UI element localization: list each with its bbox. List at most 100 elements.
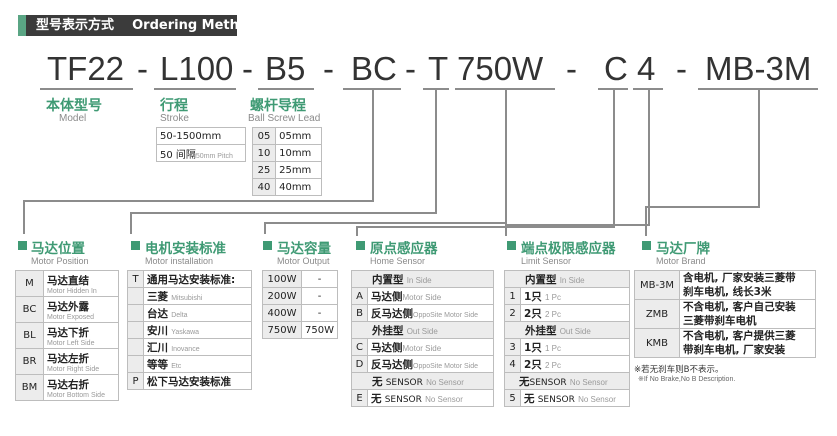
table-row: BR 马达左折 Motor Right Side bbox=[15, 348, 119, 375]
connector-line bbox=[356, 226, 358, 236]
table-row: ZMB 不含电机, 客户自己安装 三菱带刹车电机 bbox=[634, 299, 816, 329]
table-row: 4 2只 2 Pc bbox=[504, 355, 630, 373]
table-row: 安川 Yaskawa bbox=[127, 321, 252, 339]
table-row: 25 25mm bbox=[251, 161, 322, 179]
section-bullet bbox=[356, 241, 365, 250]
stroke-range: 50-1500mm bbox=[156, 127, 246, 145]
lead-table: 05 05mm 10 10mm 25 25mm 40 40mm bbox=[251, 127, 322, 196]
position-title-en: Motor Position bbox=[31, 256, 89, 266]
section-bullet bbox=[263, 241, 272, 250]
table-row: 内置型 In Side bbox=[351, 270, 494, 288]
connector-line bbox=[435, 90, 437, 214]
output-title-en: Motor Output bbox=[277, 256, 330, 266]
install-table: T 通用马达安装标准: 三菱 Mitsubishi 台达 Delta 安川 Yas… bbox=[127, 270, 252, 390]
table-row: 40 40mm bbox=[251, 178, 322, 196]
code-brand: MB-3M bbox=[705, 50, 812, 87]
connector-line bbox=[758, 90, 760, 208]
table-row: MB-3M 含电机, 厂家安装三菱带 刹车电机, 线长3米 bbox=[634, 270, 816, 300]
model-label-en: Model bbox=[59, 113, 87, 124]
stroke-pitch: 50 间隔50mm Pitch bbox=[156, 144, 246, 162]
table-row: 汇川 Inovance bbox=[127, 338, 252, 356]
install-title-en: Motor installation bbox=[145, 256, 214, 266]
table-row: M 马达直结 Motor Hidden In bbox=[15, 270, 119, 297]
code-output: 750W bbox=[457, 50, 544, 87]
code-dash: - bbox=[566, 50, 577, 87]
table-row: 无 SENSOR No Sensor bbox=[351, 372, 494, 390]
connector-line bbox=[23, 200, 374, 202]
connector-line bbox=[130, 212, 437, 214]
table-row: E无 SENSOR No Sensor bbox=[351, 389, 494, 407]
table-row: 1 1只 1 Pc bbox=[504, 287, 630, 305]
table-row: 等等 Etc bbox=[127, 355, 252, 373]
stroke-label-en: Stroke bbox=[160, 113, 189, 124]
stroke-table: 50-1500mm 50 间隔50mm Pitch bbox=[156, 127, 246, 162]
table-row: 台达 Delta bbox=[127, 304, 252, 322]
brand-note: ※若无刹车则B不表示。 bbox=[634, 365, 724, 375]
table-row: 100W - bbox=[262, 270, 338, 288]
connector-line bbox=[130, 212, 132, 234]
table-row: 5无 SENSOR No Sensor bbox=[504, 389, 630, 407]
code-dash: - bbox=[242, 50, 253, 87]
code-dash: - bbox=[676, 50, 687, 87]
brand-title: 马达厂牌 bbox=[656, 241, 710, 257]
table-row: 200W - bbox=[262, 287, 338, 305]
position-title: 马达位置 bbox=[31, 241, 85, 257]
table-row: B 反马达侧OppoSite Motor Side bbox=[351, 304, 494, 322]
table-row: BL 马达下折 Motor Left Side bbox=[15, 322, 119, 349]
code-stroke: L100 bbox=[160, 50, 234, 87]
brand-table: MB-3M 含电机, 厂家安装三菱带 刹车电机, 线长3米 ZMB 不含电机, 客户自… bbox=[634, 270, 816, 358]
home-table: 内置型 In Side A 马达侧Motor Side B 反马达侧OppoSite… bbox=[351, 270, 494, 407]
code-home: C bbox=[604, 50, 628, 87]
code-install: T bbox=[428, 50, 449, 87]
table-row: 10 10mm bbox=[251, 144, 322, 162]
connector-line bbox=[505, 224, 650, 226]
code-dash: - bbox=[137, 50, 148, 87]
underline bbox=[154, 88, 236, 90]
connector-line bbox=[645, 206, 647, 236]
table-row: T 通用马达安装标准: bbox=[127, 270, 252, 288]
section-bullet bbox=[18, 241, 27, 250]
header-title: 型号表示方式 Ordering Method bbox=[36, 18, 258, 33]
limit-title: 端点极限感应器 bbox=[521, 241, 616, 257]
table-row: 3 1只 1 Pc bbox=[504, 338, 630, 356]
section-bullet bbox=[642, 241, 651, 250]
connector-line bbox=[23, 200, 25, 234]
home-title: 原点感应器 bbox=[370, 241, 438, 257]
table-row: D 反马达侧OppoSite Motor Side bbox=[351, 355, 494, 373]
table-row: BM 马达右折 Motor Bottom Side bbox=[15, 374, 119, 401]
table-row: P 松下马达安装标准 bbox=[127, 372, 252, 390]
code-lead: B5 bbox=[265, 50, 306, 87]
stroke-label: 行程 bbox=[160, 98, 188, 114]
lead-label: 螺杆导程 bbox=[250, 98, 306, 114]
connector-line bbox=[505, 224, 507, 236]
connector-line bbox=[645, 206, 760, 208]
connector-line bbox=[613, 90, 615, 228]
home-title-en: Home Sensor bbox=[370, 256, 426, 266]
underline bbox=[258, 88, 314, 90]
table-row: 外挂型 Out Side bbox=[504, 321, 630, 339]
table-row: 外挂型 Out Side bbox=[351, 321, 494, 339]
code-position: BC bbox=[351, 50, 397, 87]
connector-line bbox=[356, 226, 615, 228]
section-bullet bbox=[131, 241, 140, 250]
limit-title-en: Limit Sensor bbox=[521, 256, 572, 266]
lead-label-en: Ball Screw Lead bbox=[248, 113, 321, 124]
table-row: C 马达侧Motor Side bbox=[351, 338, 494, 356]
table-row: 无SENSOR No Sensor bbox=[504, 372, 630, 390]
connector-line bbox=[264, 222, 507, 224]
connector-line bbox=[372, 90, 374, 202]
table-row: A 马达侧Motor Side bbox=[351, 287, 494, 305]
output-title: 马达容量 bbox=[277, 241, 331, 257]
code-limit: 4 bbox=[637, 50, 656, 87]
connector-line bbox=[264, 222, 266, 234]
table-row: 2 2只 2 Pc bbox=[504, 304, 630, 322]
output-table: 100W - 200W - 400W - 750W 750W bbox=[262, 270, 338, 339]
table-row: 内置型 In Side bbox=[504, 270, 630, 288]
table-row: 750W 750W bbox=[262, 321, 338, 339]
brand-title-en: Motor Brand bbox=[656, 256, 706, 266]
code-dash: - bbox=[405, 50, 416, 87]
table-row: 三菱 Mitsubishi bbox=[127, 287, 252, 305]
position-table: M 马达直结 Motor Hidden In BC 马达外露 Motor Exposed… bbox=[15, 270, 119, 401]
table-row: BC 马达外露 Motor Exposed bbox=[15, 296, 119, 323]
code-model: TF22 bbox=[47, 50, 125, 87]
